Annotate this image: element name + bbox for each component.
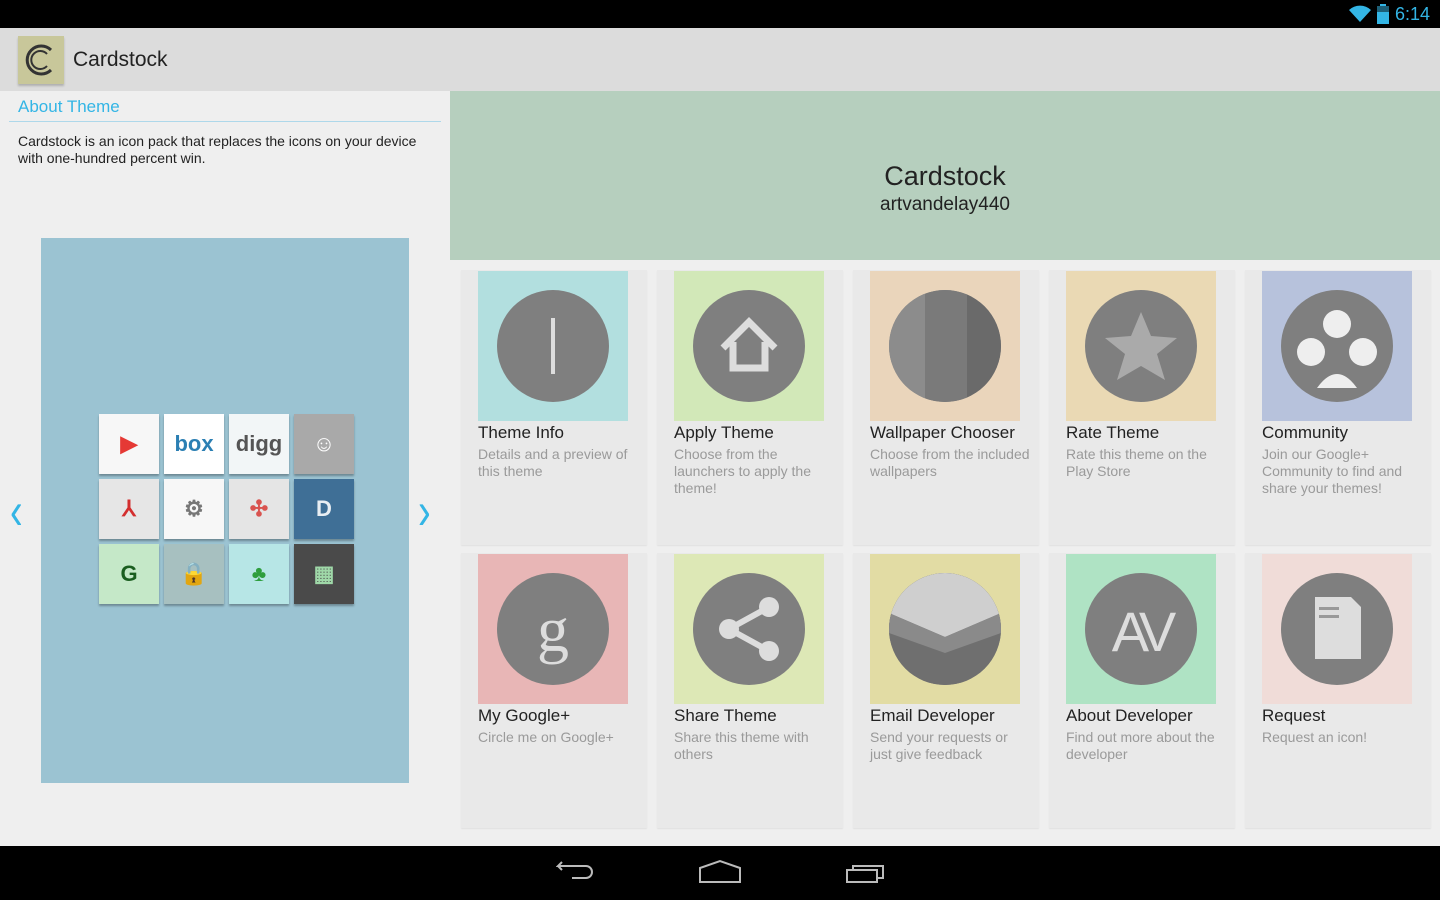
divider — [9, 121, 441, 122]
lock-mail-icon: 🔒 — [180, 561, 208, 586]
card-title: My Google+ — [478, 706, 571, 725]
back-icon[interactable] — [556, 858, 596, 888]
preview-tile-blocks: ▦ — [294, 544, 354, 604]
card-image — [1262, 554, 1412, 704]
card-image — [870, 271, 1020, 421]
navigation-bar — [0, 846, 1440, 900]
card-rate-theme[interactable]: Rate Theme Rate this theme on the Play St… — [1049, 270, 1235, 545]
action-grid: Theme Info Details and a preview of this … — [461, 270, 1431, 828]
card-image — [1262, 271, 1412, 421]
play-icon: ▶ — [120, 431, 138, 456]
card-image — [674, 271, 824, 421]
preview-tile-acrobat: ⅄ — [99, 479, 159, 539]
card-image: g — [478, 554, 628, 704]
home-icon — [693, 290, 805, 402]
card-image — [870, 554, 1020, 704]
icon-preview[interactable]: ▶ box digg ☺ ⅄ ⚙ ✣ D G 🔒 ♣ ▦ — [41, 238, 409, 783]
card-description: Send your requests or just give feedback — [870, 729, 1008, 762]
card-my-google[interactable]: g My Google+ Circle me on Google+ — [461, 553, 647, 828]
battery-icon — [1376, 4, 1389, 24]
card-description: Share this theme with others — [674, 729, 809, 762]
card-description: Circle me on Google+ — [478, 729, 614, 745]
status-bar: 6:14 — [0, 0, 1440, 28]
card-description: Choose from the included wallpapers — [870, 446, 1030, 479]
email-icon — [889, 573, 1001, 685]
info-icon — [497, 290, 609, 402]
clock: 6:14 — [1394, 3, 1430, 24]
card-image — [478, 271, 628, 421]
previous-arrow-icon[interactable]: ‹ — [10, 482, 23, 542]
grammar-icon: G — [120, 561, 138, 586]
preview-tile-dictionary: D — [294, 479, 354, 539]
card-about-developer[interactable]: AV About Developer Find out more about the… — [1049, 553, 1235, 828]
preview-tile-play: ▶ — [99, 414, 159, 474]
blocks-icon: ▦ — [313, 561, 335, 586]
card-description: Request an icon! — [1262, 729, 1368, 745]
card-description: Choose from the launchers to apply the t… — [674, 446, 811, 496]
svg-text:g: g — [537, 594, 569, 665]
settings-icon: ⚙ — [184, 496, 204, 521]
card-description: Rate this theme on the Play Store — [1066, 446, 1207, 479]
preview-tile-grammar: G — [99, 544, 159, 604]
card-theme-info[interactable]: Theme Info Details and a preview of this … — [461, 270, 647, 545]
card-title: Share Theme — [674, 706, 777, 725]
theme-header: Cardstock artvandelay440 — [450, 91, 1440, 260]
wifi-icon — [1348, 5, 1371, 22]
preview-tile-air: ✣ — [229, 479, 289, 539]
card-title: Community — [1262, 423, 1348, 442]
preview-tile-chat: ☺ — [294, 414, 354, 474]
about-text: Cardstock is an icon pack that replaces … — [18, 133, 417, 166]
card-description: Join our Google+ Community to find and s… — [1262, 446, 1403, 496]
theme-title: Cardstock — [884, 161, 1006, 191]
card-community[interactable]: Community Join our Google+ Community to f… — [1245, 270, 1431, 545]
preview-tile-lock-mail: 🔒 — [164, 544, 224, 604]
card-title: Request — [1262, 706, 1326, 725]
star-icon — [1085, 290, 1197, 402]
about-heading: About Theme — [18, 97, 120, 116]
preview-tile-settings: ⚙ — [164, 479, 224, 539]
recent-apps-icon[interactable] — [845, 858, 885, 888]
chat-icon: ☺ — [312, 431, 336, 456]
card-apply-theme[interactable]: Apply Theme Choose from the launchers to … — [657, 270, 843, 545]
card-wallpaper-chooser[interactable]: Wallpaper Chooser Choose from the include… — [853, 270, 1039, 545]
card-description: Find out more about the developer — [1066, 729, 1215, 762]
preview-tile-digg: digg — [229, 414, 289, 474]
card-share-theme[interactable]: Share Theme Share this theme with others — [657, 553, 843, 828]
next-arrow-icon[interactable]: › — [418, 482, 431, 542]
digg-icon: digg — [235, 431, 283, 456]
dictionary-icon: D — [316, 496, 332, 521]
wallpaper-icon — [889, 290, 1001, 402]
card-title: Wallpaper Chooser — [870, 423, 1015, 442]
document-icon — [1281, 573, 1393, 685]
theme-author: artvandelay440 — [880, 194, 1010, 215]
share-icon — [693, 573, 805, 685]
app-title: Cardstock — [73, 47, 168, 71]
about-panel: About Theme Cardstock is an icon pack th… — [0, 91, 450, 846]
acrobat-icon: ⅄ — [122, 496, 136, 521]
preview-grid: ▶ box digg ☺ ⅄ ⚙ ✣ D G 🔒 ♣ ▦ — [99, 414, 354, 604]
app-logo-icon[interactable] — [18, 35, 64, 84]
preview-tile-box: box — [164, 414, 224, 474]
card-image — [674, 554, 824, 704]
av-icon: AV — [1085, 573, 1197, 685]
action-bar: Cardstock — [0, 28, 1440, 91]
google-icon: g — [497, 573, 609, 685]
box-icon: box — [174, 431, 214, 456]
card-title: Email Developer — [870, 706, 995, 725]
card-title: About Developer — [1066, 706, 1193, 725]
card-image: AV — [1066, 554, 1216, 704]
card-email-developer[interactable]: Email Developer Send your requests or jus… — [853, 553, 1039, 828]
home-icon[interactable] — [698, 858, 742, 888]
card-request[interactable]: Request Request an icon! — [1245, 553, 1431, 828]
tree-icon: ♣ — [251, 561, 267, 586]
card-title: Apply Theme — [674, 423, 774, 442]
community-icon — [1281, 290, 1393, 402]
card-title: Theme Info — [478, 423, 564, 442]
card-description: Details and a preview of this theme — [478, 446, 628, 479]
svg-text:AV: AV — [1112, 600, 1177, 663]
preview-tile-tree: ♣ — [229, 544, 289, 604]
card-title: Rate Theme — [1066, 423, 1160, 442]
air-icon: ✣ — [249, 496, 269, 521]
card-image — [1066, 271, 1216, 421]
